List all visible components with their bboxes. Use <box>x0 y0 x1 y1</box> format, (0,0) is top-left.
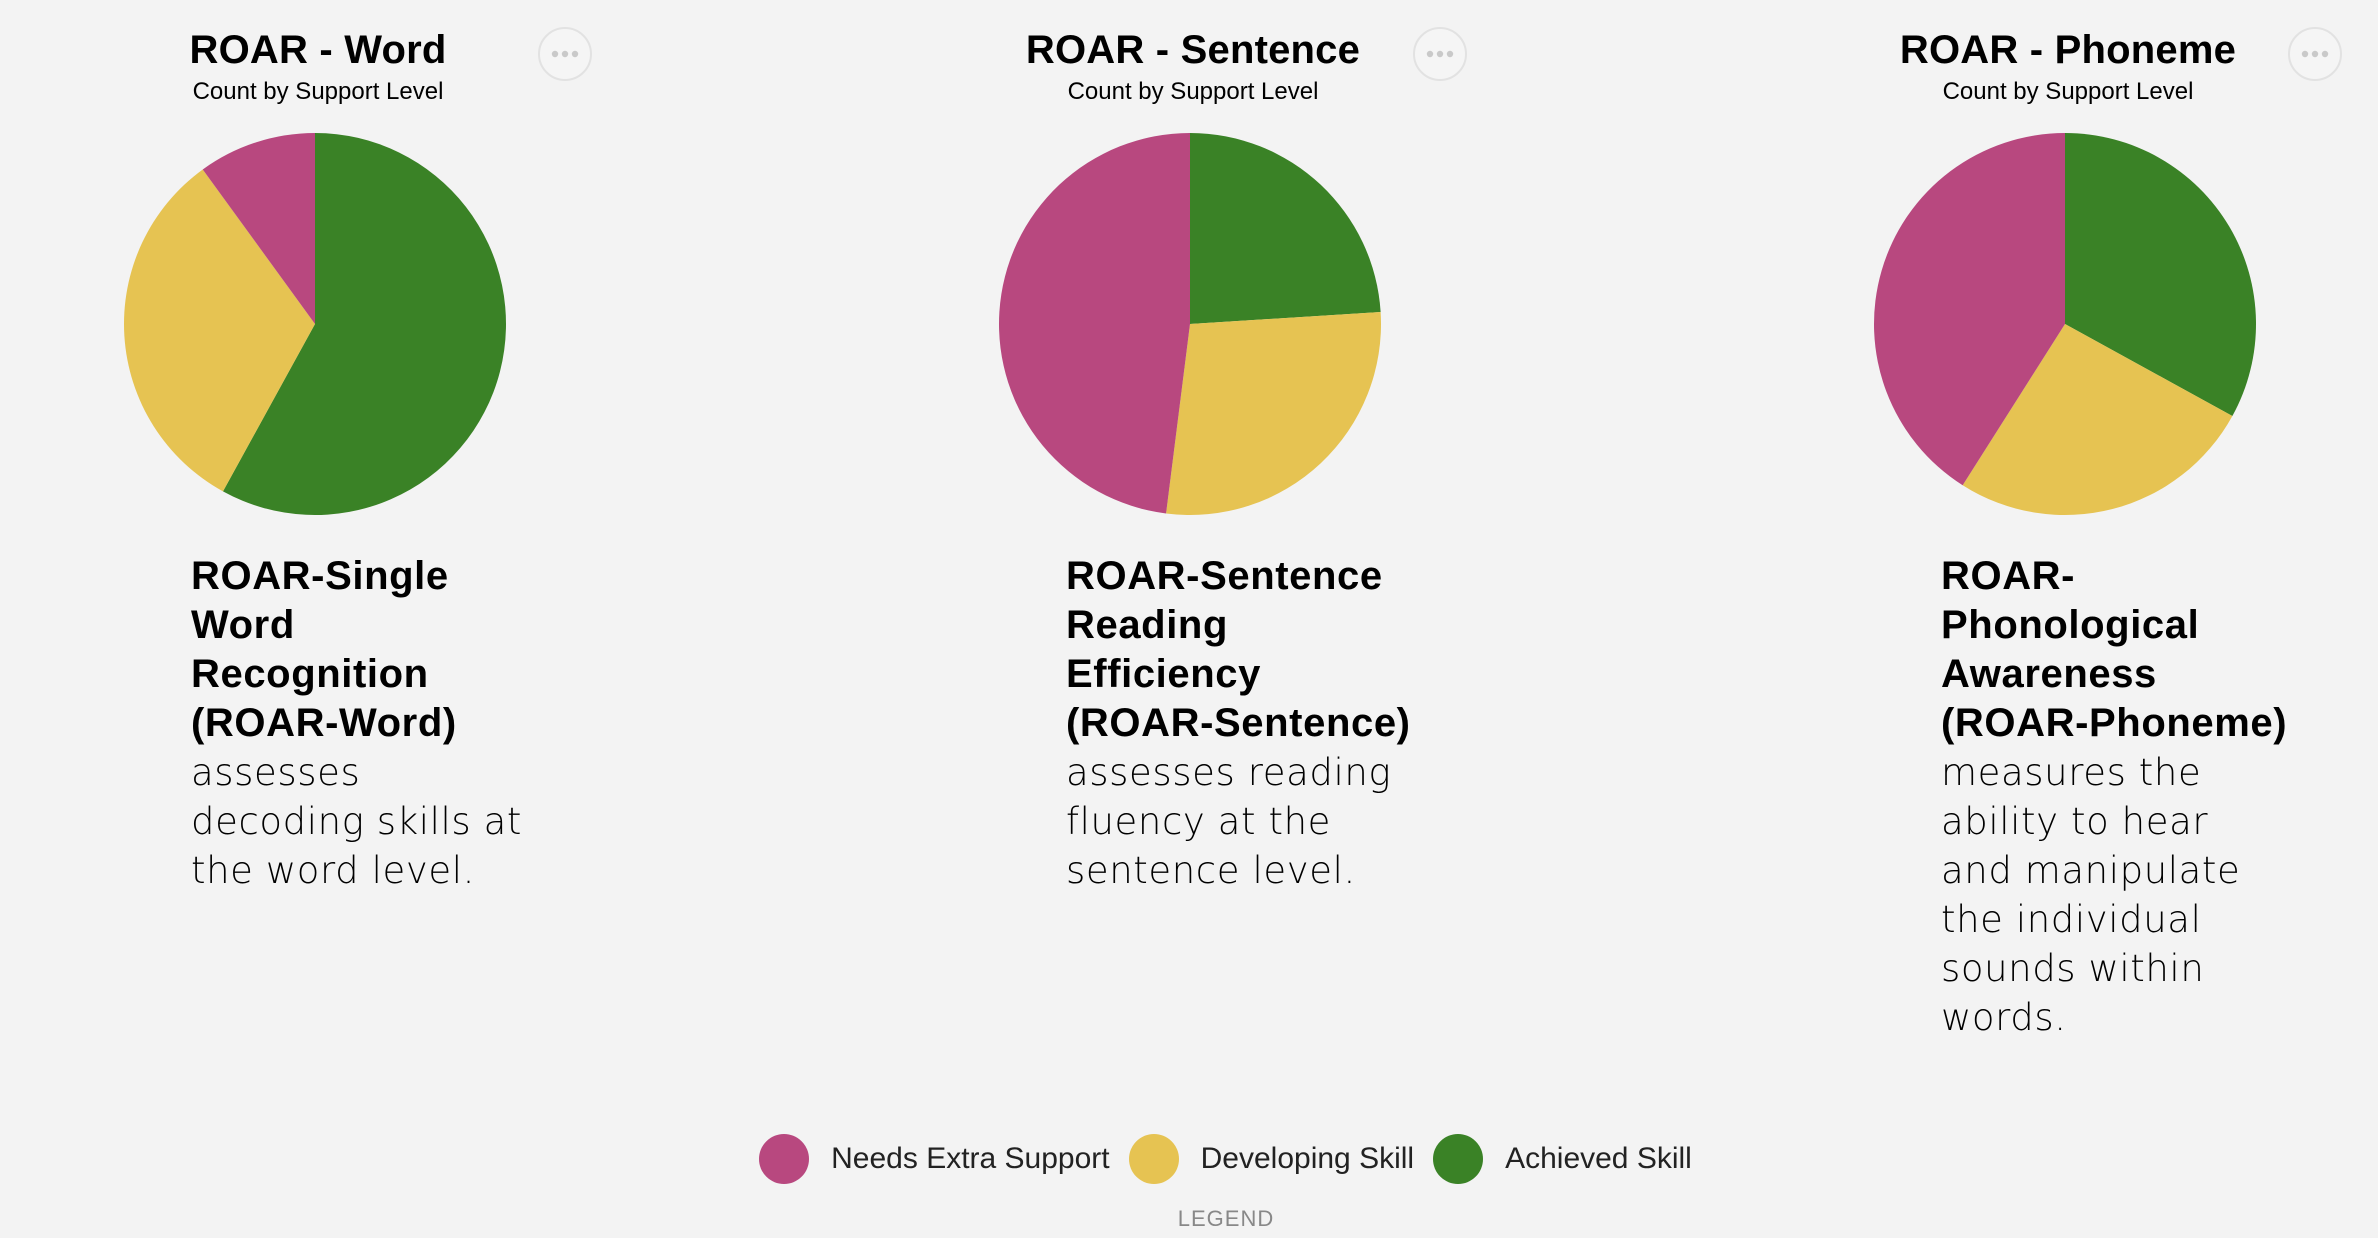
pie-chart[interactable] <box>122 131 508 517</box>
dashboard: ROAR - Word Count by Support Level ROAR-… <box>0 0 2378 1238</box>
legend-item-achieved-skill[interactable]: Achieved Skill <box>1433 1134 1692 1184</box>
assessment-blurb: assesses reading fluency at the sentence… <box>1066 751 1392 892</box>
pie-slice-developing-skill[interactable] <box>1166 312 1381 515</box>
pie-slice-achieved-skill[interactable] <box>1190 133 1381 324</box>
legend-swatch <box>759 1134 810 1184</box>
legend-label: Achieved Skill <box>1505 1142 1692 1175</box>
assessment-name: ROAR-Phonological Awareness (ROAR-Phonem… <box>1941 554 2288 745</box>
chart-panel-phoneme: ROAR - Phoneme Count by Support Level RO… <box>1750 0 2378 1120</box>
legend-swatch <box>1128 1134 1179 1184</box>
assessment-blurb: assesses decoding skills at the word lev… <box>191 751 522 892</box>
chart-menu-button[interactable] <box>2288 27 2342 81</box>
pie-slice-needs-extra-support[interactable] <box>999 132 1190 514</box>
legend-label: Developing Skill <box>1200 1142 1415 1175</box>
legend-label: Needs Extra Support <box>831 1142 1110 1175</box>
chart-subtitle: Count by Support Level <box>1067 78 1319 105</box>
chart-menu-button[interactable] <box>1413 27 1467 81</box>
assessment-description: ROAR-Single Word Recognition (ROAR-Word)… <box>191 552 541 895</box>
ellipsis-icon <box>1426 50 1454 58</box>
legend-title: LEGEND <box>1177 1206 1275 1231</box>
legend-swatch <box>1433 1134 1484 1184</box>
chart-panel-word: ROAR - Word Count by Support Level ROAR-… <box>0 0 660 1120</box>
assessment-description: ROAR-Sentence Reading Efficiency (ROAR-S… <box>1066 552 1416 895</box>
assessment-description: ROAR-Phonological Awareness (ROAR-Phonem… <box>1941 552 2291 1042</box>
ellipsis-icon <box>551 50 579 58</box>
pie-chart[interactable] <box>1872 131 2258 517</box>
assessment-name: ROAR-Sentence Reading Efficiency (ROAR-S… <box>1066 554 1411 745</box>
ellipsis-icon <box>2301 50 2329 58</box>
chart-menu-button[interactable] <box>538 27 592 81</box>
assessment-blurb: measures the ability to hear and manipul… <box>1941 751 2241 1039</box>
chart-subtitle: Count by Support Level <box>1942 78 2194 105</box>
legend-item-needs-extra-support[interactable]: Needs Extra Support <box>759 1134 1110 1184</box>
chart-subtitle: Count by Support Level <box>192 78 444 105</box>
pie-chart[interactable] <box>997 131 1383 517</box>
chart-panel-sentence: ROAR - Sentence Count by Support Level R… <box>875 0 1535 1120</box>
chart-title: ROAR - Phoneme <box>1899 28 2237 72</box>
legend-item-developing-skill[interactable]: Developing Skill <box>1128 1134 1415 1184</box>
assessment-name: ROAR-Single Word Recognition (ROAR-Word) <box>191 554 457 745</box>
legend: Needs Extra Support Developing Skill Ach… <box>0 1134 2378 1184</box>
